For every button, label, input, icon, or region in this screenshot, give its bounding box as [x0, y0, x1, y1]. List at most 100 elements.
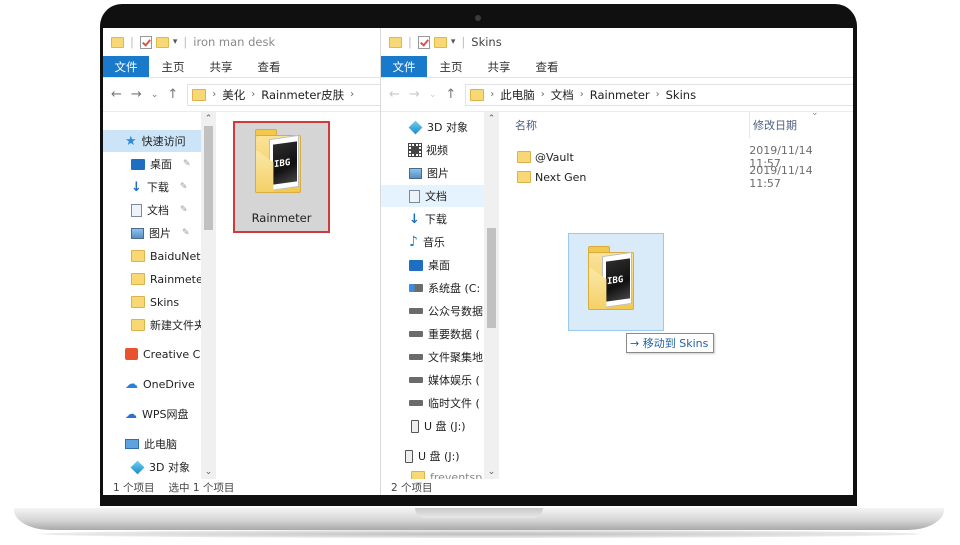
- address-bar[interactable]: › 美化 › Rainmeter皮肤 ›: [187, 83, 380, 106]
- breadcrumb-item[interactable]: 此电脑: [500, 87, 535, 103]
- back-arrow-icon[interactable]: ←: [111, 87, 122, 102]
- recent-dropdown-icon[interactable]: ⌄: [429, 90, 437, 100]
- nav-scrollbar[interactable]: ⌃ ⌄: [201, 112, 216, 479]
- pin-icon[interactable]: ✎: [180, 182, 188, 192]
- scroll-up-icon[interactable]: ⌃: [201, 114, 216, 124]
- nav-item-drive[interactable]: 重要数据 (: [381, 323, 480, 345]
- tab-home[interactable]: 主页: [427, 56, 475, 77]
- nav-item-usb-root[interactable]: U 盘 (J:): [381, 445, 460, 467]
- nav-item-drive-c[interactable]: 系统盘 (C:: [381, 277, 480, 299]
- nav-item-usb[interactable]: U 盘 (J:): [381, 415, 466, 437]
- nav-item-drive[interactable]: 文件聚集地: [381, 346, 483, 368]
- up-arrow-icon[interactable]: ↑: [167, 87, 178, 102]
- column-divider[interactable]: [749, 112, 750, 138]
- nav-item-wps[interactable]: ☁ WPS网盘: [103, 403, 189, 425]
- tab-view[interactable]: 查看: [523, 56, 571, 77]
- title-bar: | ▾ | Skins: [381, 28, 853, 56]
- nav-item-3d-objects[interactable]: 3D 对象: [381, 116, 468, 138]
- tab-file[interactable]: 文件: [103, 56, 149, 77]
- nav-scrollbar[interactable]: ⌃ ⌄: [484, 112, 499, 479]
- nav-label: 公众号数据: [428, 305, 483, 318]
- scroll-up-icon[interactable]: ⌃: [484, 114, 499, 124]
- address-bar[interactable]: › 此电脑 › 文档 › Rainmeter › Skins: [465, 83, 853, 106]
- nav-item-onedrive[interactable]: ☁ OneDrive: [103, 373, 195, 395]
- nav-item-quick-access[interactable]: ★ 快速访问: [103, 130, 215, 152]
- nav-item-videos[interactable]: 视频: [381, 139, 448, 161]
- nav-label: U 盘 (J:): [418, 450, 460, 463]
- back-arrow-icon[interactable]: ←: [389, 87, 400, 102]
- nav-item-pictures[interactable]: 图片 ✎: [103, 222, 190, 244]
- column-header-date[interactable]: 修改日期: [753, 112, 797, 138]
- breadcrumb-item[interactable]: Rainmeter皮肤: [261, 87, 344, 103]
- chevron-right-icon[interactable]: ›: [350, 89, 354, 100]
- camera: [475, 15, 481, 21]
- chevron-right-icon[interactable]: ›: [656, 89, 660, 100]
- breadcrumb-item[interactable]: Skins: [666, 88, 696, 102]
- nav-item-downloads[interactable]: ↓ 下载 ✎: [103, 176, 187, 198]
- picture-icon: [409, 167, 422, 179]
- selection-count: 选中 1 个项目: [168, 481, 235, 494]
- nav-item-music[interactable]: ♪ 音乐: [381, 231, 445, 253]
- nav-label: 快速访问: [141, 135, 186, 148]
- tab-view[interactable]: 查看: [245, 56, 293, 77]
- sort-chevron-icon[interactable]: ⌄: [811, 108, 819, 118]
- file-date: 2019/11/14 11:57: [749, 164, 813, 190]
- recent-dropdown-icon[interactable]: ⌄: [151, 90, 159, 100]
- navigation-bar: ← → ⌄ ↑ › 美化 › Rainmeter皮肤 ›: [103, 78, 380, 112]
- scroll-thumb[interactable]: [204, 126, 213, 230]
- tab-share[interactable]: 共享: [475, 56, 523, 77]
- separator: |: [461, 35, 466, 49]
- tab-home[interactable]: 主页: [149, 56, 197, 77]
- breadcrumb-item[interactable]: Rainmeter: [590, 88, 650, 102]
- drive-icon: [409, 354, 423, 360]
- nav-item-documents[interactable]: 文档: [381, 185, 485, 207]
- chevron-right-icon[interactable]: ›: [212, 89, 216, 100]
- nav-item-drive[interactable]: 媒体娱乐 (: [381, 369, 480, 391]
- chevron-right-icon[interactable]: ›: [490, 89, 494, 100]
- properties-icon[interactable]: [417, 35, 430, 49]
- navigation-bar: ← → ⌄ ↑ › 此电脑 › 文档 › Rainmeter › Skins: [381, 78, 853, 112]
- nav-item-skins[interactable]: Skins: [103, 291, 179, 313]
- chevron-right-icon[interactable]: ›: [251, 89, 255, 100]
- status-bar: 2 个项目: [381, 479, 853, 495]
- breadcrumb-item[interactable]: 美化: [222, 87, 245, 103]
- tab-file[interactable]: 文件: [381, 56, 427, 77]
- forward-arrow-icon[interactable]: →: [409, 87, 420, 102]
- nav-item-documents[interactable]: 文档 ✎: [103, 199, 188, 221]
- customize-dropdown-icon[interactable]: ▾: [173, 37, 178, 47]
- nav-item-new-folder[interactable]: 新建文件夹: [103, 314, 205, 336]
- list-item[interactable]: Next Gen 2019/11/14 11:57: [517, 164, 847, 190]
- customize-dropdown-icon[interactable]: ▾: [451, 37, 456, 47]
- nav-item-creative-cloud[interactable]: Creative Cl: [103, 343, 203, 365]
- nav-item-pictures[interactable]: 图片: [381, 162, 449, 184]
- nav-item-3d-objects[interactable]: 3D 对象: [103, 456, 190, 478]
- nav-item-desktop[interactable]: 桌面: [381, 254, 450, 276]
- column-header-name[interactable]: 名称: [515, 112, 537, 138]
- pin-icon[interactable]: ✎: [182, 228, 190, 238]
- nav-item-drive[interactable]: 临时文件 (: [381, 392, 480, 414]
- explorer-window-left: | ▾ | iron man desk 文件 主页 共享 查看 ← → ⌄ ↑ …: [103, 28, 381, 495]
- nav-item-rainmeter[interactable]: Rainmeter: [103, 268, 207, 290]
- nav-label: 此电脑: [144, 438, 177, 451]
- tab-share[interactable]: 共享: [197, 56, 245, 77]
- forward-arrow-icon[interactable]: →: [131, 87, 142, 102]
- separator: |: [130, 35, 134, 49]
- scroll-down-icon[interactable]: ⌄: [484, 467, 499, 477]
- nav-item-baidunet[interactable]: BaiduNet: [103, 245, 201, 267]
- scroll-thumb[interactable]: [487, 228, 496, 328]
- pin-icon[interactable]: ✎: [183, 159, 191, 169]
- new-folder-icon[interactable]: [155, 36, 169, 48]
- nav-item-this-pc[interactable]: 此电脑: [103, 433, 177, 455]
- pin-icon[interactable]: ✎: [180, 205, 188, 215]
- chevron-right-icon[interactable]: ›: [580, 89, 584, 100]
- breadcrumb-item[interactable]: 文档: [551, 87, 574, 103]
- nav-item-desktop[interactable]: 桌面 ✎: [103, 153, 191, 175]
- up-arrow-icon[interactable]: ↑: [445, 87, 456, 102]
- chevron-right-icon[interactable]: ›: [541, 89, 545, 100]
- properties-icon[interactable]: [139, 35, 152, 49]
- nav-item-drive[interactable]: 公众号数据: [381, 300, 483, 322]
- file-item-rainmeter[interactable]: IBG Rainmeter: [233, 121, 330, 233]
- new-folder-icon[interactable]: [433, 36, 447, 48]
- scroll-down-icon[interactable]: ⌄: [201, 467, 216, 477]
- nav-item-downloads[interactable]: ↓ 下载: [381, 208, 447, 230]
